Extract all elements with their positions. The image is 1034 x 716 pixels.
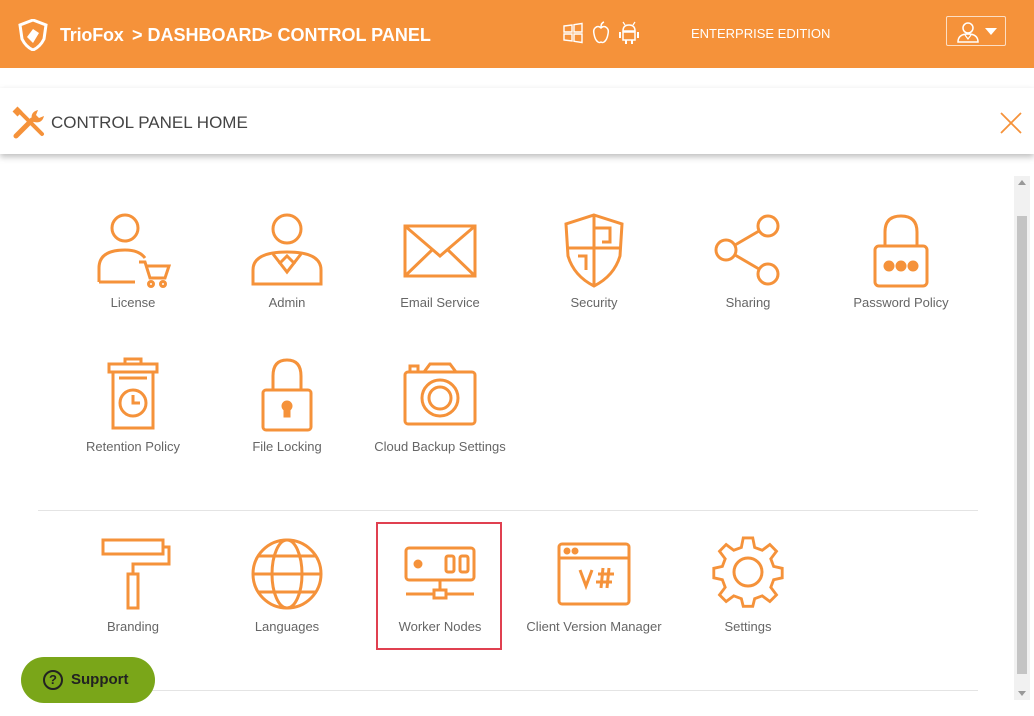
tile-label: Admin — [268, 295, 306, 310]
brand-name[interactable]: TrioFox — [60, 25, 124, 46]
edition-label: ENTERPRISE EDITION — [691, 26, 831, 41]
breadcrumb-dashboard[interactable]: > DASHBOARD — [132, 25, 265, 46]
tile-label: Retention Policy — [86, 439, 180, 454]
tile-license[interactable]: License — [58, 212, 208, 315]
vertical-scrollbar[interactable] — [1014, 176, 1030, 700]
user-icon — [957, 22, 979, 43]
tile-branding[interactable]: Branding — [58, 536, 208, 639]
windows-icon[interactable] — [562, 21, 584, 45]
padlock-dots-icon — [873, 214, 929, 288]
tools-icon — [12, 106, 44, 139]
triofox-logo-icon[interactable] — [18, 19, 48, 51]
android-icon[interactable] — [618, 21, 640, 45]
chevron-down-icon — [985, 28, 997, 35]
scroll-down-icon[interactable] — [1018, 691, 1026, 696]
top-bar: TrioFox > DASHBOARD > CONTROL PANEL ENTE… — [0, 0, 1034, 68]
tile-cloud-backup-settings[interactable]: Cloud Backup Settings — [365, 356, 515, 459]
section-divider — [38, 690, 978, 691]
padlock-icon — [261, 358, 313, 432]
tile-client-version-manager[interactable]: Client Version Manager — [519, 536, 669, 639]
panel-header: CONTROL PANEL HOME — [0, 88, 1034, 154]
apple-icon[interactable] — [590, 21, 612, 45]
page-title: CONTROL PANEL HOME — [51, 113, 248, 132]
tile-label: Email Service — [400, 295, 480, 310]
breadcrumb-control-panel[interactable]: > CONTROL PANEL — [262, 25, 431, 46]
worker-nodes-highlight — [376, 522, 502, 650]
tile-password-policy[interactable]: Password Policy — [826, 212, 976, 315]
tile-label: License — [110, 295, 156, 310]
envelope-icon — [403, 224, 477, 278]
section-divider — [38, 510, 978, 511]
question-icon: ? — [43, 670, 63, 690]
tile-label: Sharing — [725, 295, 771, 310]
tile-label: Password Policy — [853, 295, 949, 310]
shield-icon — [564, 213, 624, 288]
camera-icon — [403, 362, 477, 426]
tile-admin[interactable]: Admin — [212, 212, 362, 315]
user-menu-button[interactable] — [946, 16, 1006, 46]
globe-icon — [251, 538, 323, 610]
tile-label: Settings — [724, 619, 772, 634]
tile-settings[interactable]: Settings — [673, 536, 823, 639]
tile-email-service[interactable]: Email Service — [365, 212, 515, 315]
tile-label: Client Version Manager — [526, 619, 662, 634]
tile-retention-policy[interactable]: Retention Policy — [58, 356, 208, 459]
tile-label: Languages — [254, 619, 320, 634]
tile-label: Security — [570, 295, 618, 310]
close-icon[interactable] — [999, 111, 1023, 135]
tile-languages[interactable]: Languages — [212, 536, 362, 639]
scroll-up-icon[interactable] — [1018, 180, 1026, 185]
share-icon — [714, 214, 780, 286]
scrollbar-thumb[interactable] — [1017, 216, 1027, 674]
os-downloads — [562, 21, 640, 45]
tile-file-locking[interactable]: File Locking — [212, 356, 362, 459]
tile-label: Branding — [106, 619, 160, 634]
admin-user-icon — [251, 213, 323, 286]
browser-code-icon — [557, 542, 631, 606]
trash-clock-icon — [107, 357, 159, 430]
support-button[interactable]: ? Support — [21, 657, 155, 703]
tile-label: Cloud Backup Settings — [374, 439, 506, 454]
gear-icon — [712, 536, 784, 608]
paint-roller-icon — [101, 538, 171, 610]
license-user-cart-icon — [97, 213, 171, 288]
tile-security[interactable]: Security — [519, 212, 669, 315]
tile-label: File Locking — [252, 439, 322, 454]
tile-sharing[interactable]: Sharing — [673, 212, 823, 315]
support-label: Support — [71, 671, 129, 688]
